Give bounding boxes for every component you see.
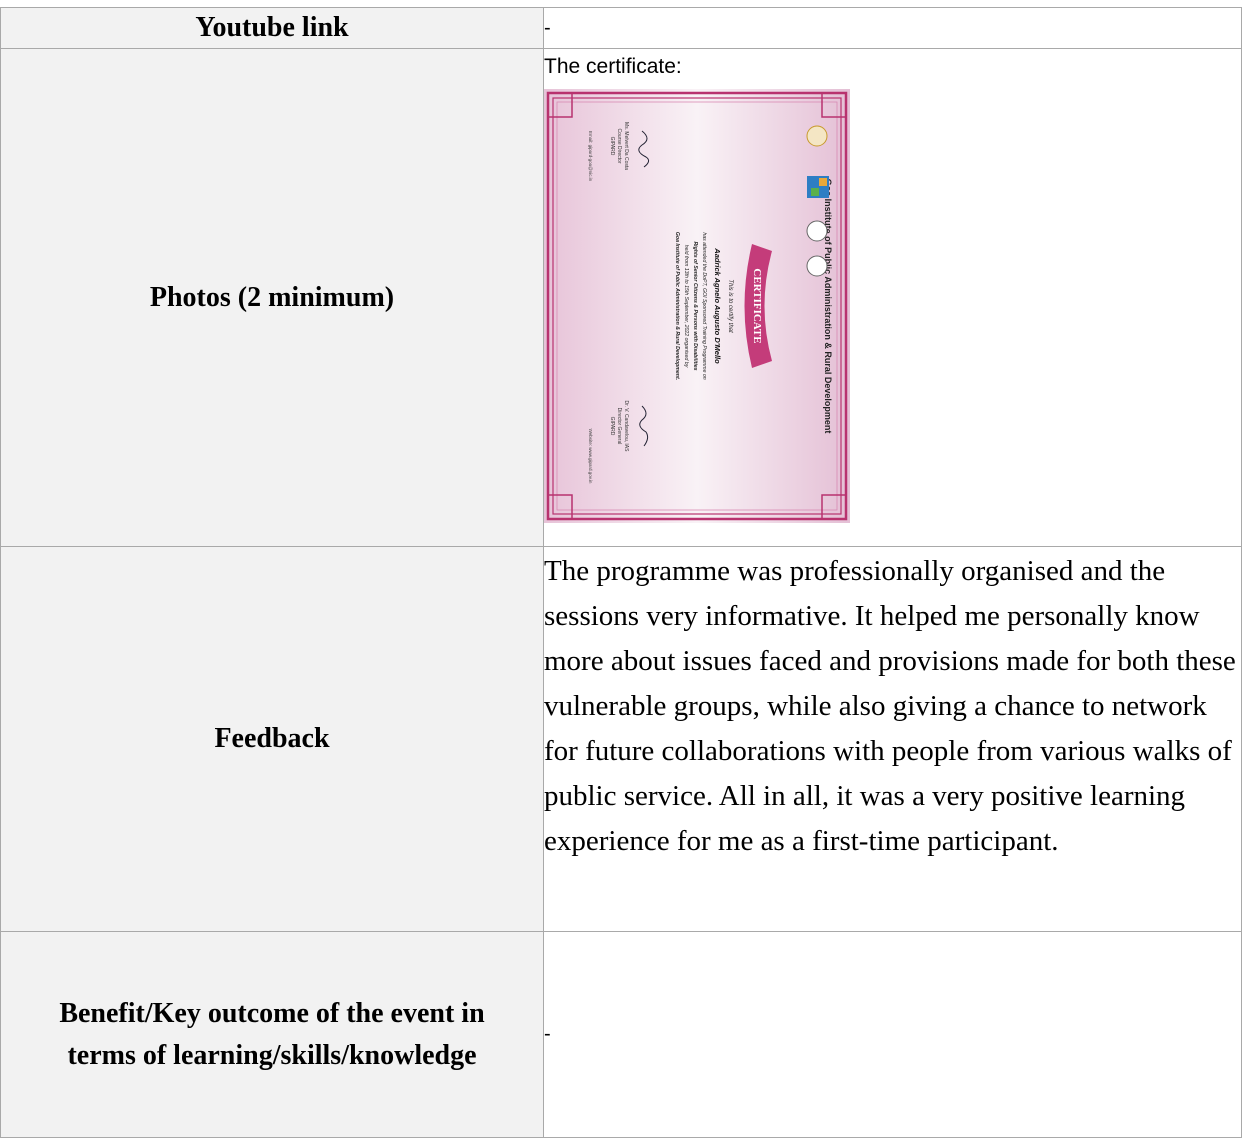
youtube-link-value-cell: - (543, 7, 1242, 49)
gipard-emblem-icon (806, 220, 828, 242)
photos-label: Photos (2 minimum) (0, 48, 544, 547)
certificate-line-2: Rights of Senior Citizens & Persons with… (692, 241, 698, 370)
feedback-value-cell: The programme was professionally organis… (543, 546, 1242, 932)
feedback-text: The programme was professionally organis… (544, 555, 1236, 857)
certificate-line-4: Goa Institute of Public Administration &… (674, 232, 680, 380)
right-signatory-org: GIPARD (609, 417, 615, 436)
benefit-value: - (544, 1023, 551, 1045)
left-signatory-name: Ms. Melvert Da Costa (623, 122, 629, 170)
benefit-label-line-1: Benefit/Key outcome of the event in (59, 997, 485, 1029)
row-feedback: Feedback The programme was professionall… (0, 546, 1242, 932)
certificate-caption: The certificate: (544, 55, 682, 78)
certificate-line-1: has attended the DoPT, GOI Sponsored Tra… (701, 232, 707, 379)
certificate-heading: CERTIFICATE (751, 268, 763, 343)
photos-value-cell: The certificate: Goa Institute of Public… (543, 48, 1242, 547)
left-signatory-org: GIPARD (609, 137, 615, 156)
certificate-line-3: held from 13th to 15th September, 2022 o… (683, 245, 689, 368)
left-signatory-role: Course Director (616, 128, 622, 163)
youtube-link-label: Youtube link (0, 7, 544, 49)
row-benefit: Benefit/Key outcome of the event in term… (0, 931, 1242, 1138)
certificate-recipient: Aadrick Agnelo Augusto D'Mello (713, 247, 722, 364)
azadi-logo-icon (806, 125, 828, 147)
benefit-value-cell: - (543, 931, 1242, 1138)
benefit-label: Benefit/Key outcome of the event in term… (0, 931, 544, 1138)
right-signatory-role: Director General (616, 408, 622, 445)
youtube-link-value: - (544, 16, 551, 39)
report-table: Youtube link - Photos (2 minimum) The ce… (0, 7, 1242, 1138)
benefit-label-line-2: terms of learning/skills/knowledge (67, 1039, 477, 1071)
feedback-label: Feedback (0, 546, 544, 932)
certificate-institute: Goa Institute of Public Administration &… (823, 179, 833, 434)
certificate-footer-web: Website: www.gipard.gov.in (588, 429, 593, 484)
row-photos: Photos (2 minimum) The certificate: Goa … (0, 48, 1242, 547)
row-youtube: Youtube link - (0, 7, 1242, 49)
certificate-footer-email: Email: gipard-goa@nic.in (588, 131, 593, 182)
goa-emblem-icon (806, 255, 828, 277)
certificate-intro: This is to certify that (727, 279, 733, 333)
certificate-image: Goa Institute of Public Administration &… (544, 89, 850, 523)
right-signatory-name: Dr. V. Candavelou, IAS (623, 401, 629, 453)
